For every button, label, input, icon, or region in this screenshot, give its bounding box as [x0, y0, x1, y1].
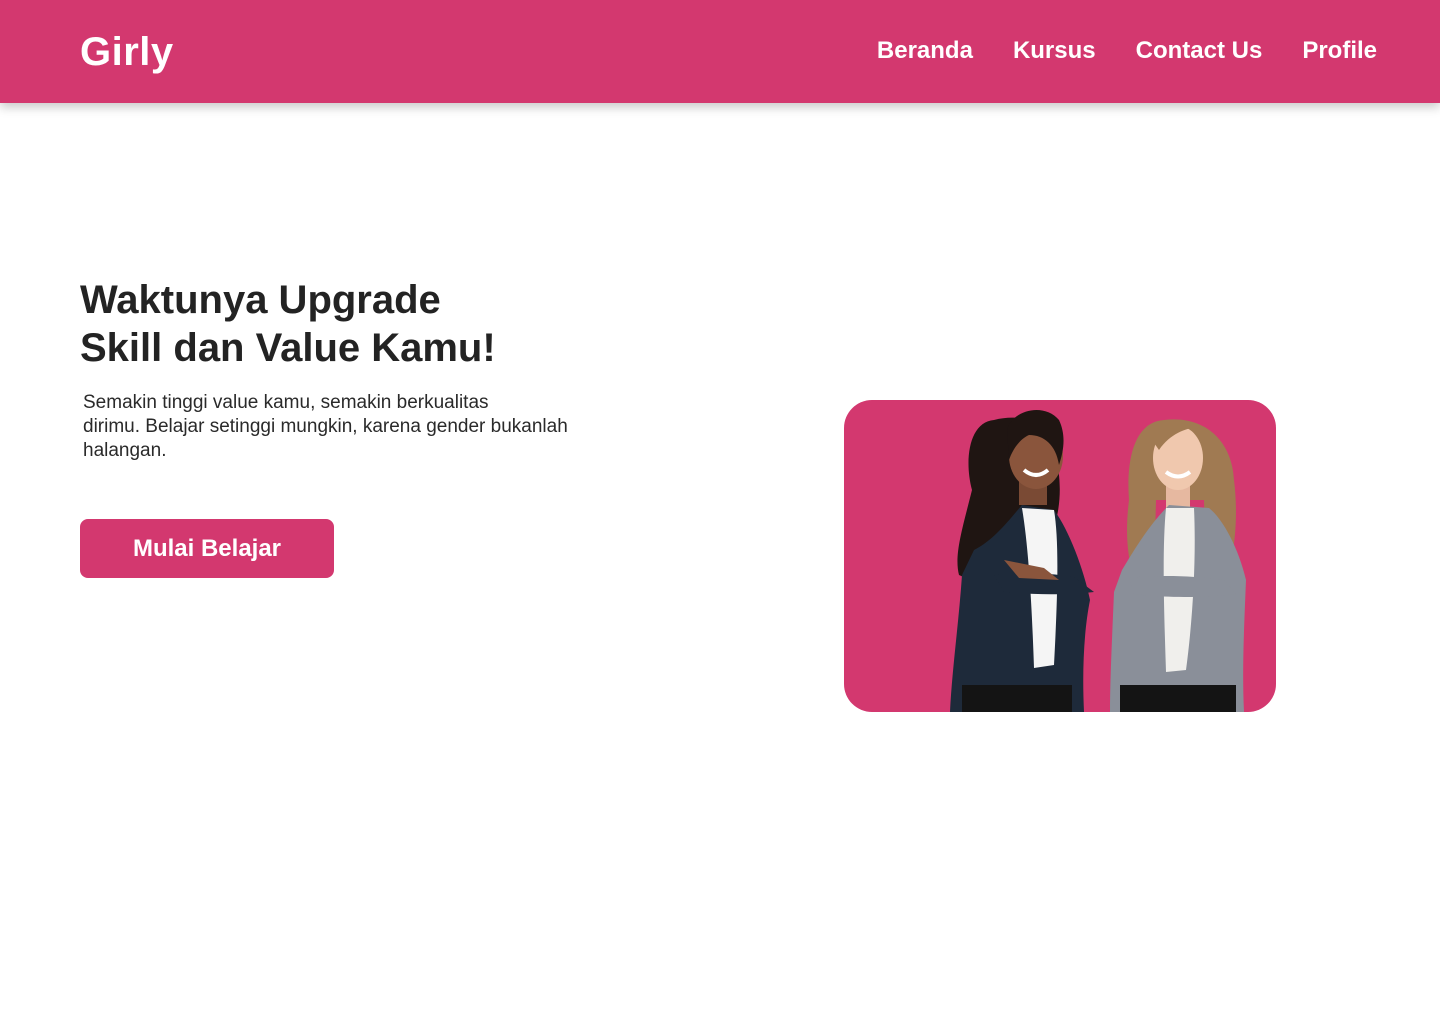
woman-left-pants — [962, 685, 1072, 712]
nav-item-beranda[interactable]: Beranda — [877, 34, 973, 68]
hero-description-line: dirimu. Belajar setinggi mungkin, karena… — [83, 416, 568, 437]
hero-title: Waktunya Upgrade Skill dan Value Kamu! — [80, 276, 496, 372]
nav-item-contact-us[interactable]: Contact Us — [1136, 34, 1263, 68]
hero-description: Semakin tinggi value kamu, semakin berku… — [83, 391, 643, 463]
top-navbar: Girly Beranda Kursus Contact Us Profile — [0, 0, 1440, 103]
hero-title-line: Waktunya Upgrade — [80, 278, 441, 322]
hero-description-line: Semakin tinggi value kamu, semakin berku… — [83, 392, 489, 413]
woman-right-figure — [1110, 419, 1246, 712]
woman-left-figure — [950, 409, 1094, 712]
nav-item-kursus[interactable]: Kursus — [1013, 34, 1096, 68]
start-learning-button[interactable]: Mulai Belajar — [80, 519, 334, 578]
nav-menu: Beranda Kursus Contact Us Profile — [877, 34, 1377, 68]
hero-image — [950, 409, 1246, 712]
woman-right-pants — [1120, 685, 1236, 712]
nav-item-profile[interactable]: Profile — [1302, 34, 1377, 68]
hero-title-line: Skill dan Value Kamu! — [80, 326, 496, 370]
hero-description-line: halangan. — [83, 440, 167, 461]
brand-logo[interactable]: Girly — [80, 26, 174, 78]
